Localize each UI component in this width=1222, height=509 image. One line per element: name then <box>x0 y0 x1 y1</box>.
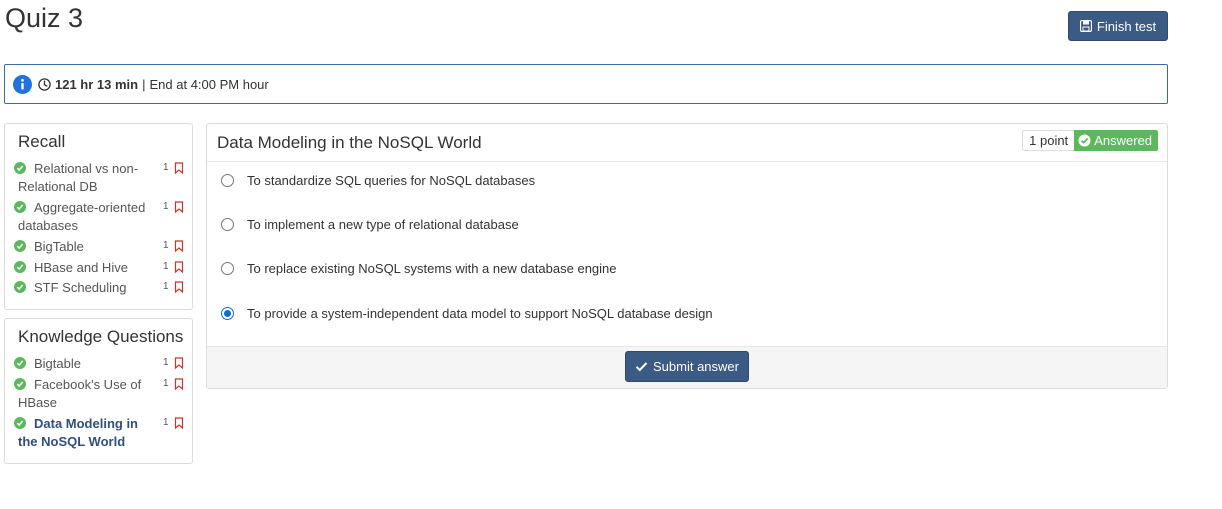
check-circle-icon <box>14 417 26 429</box>
question-meta: 1 point Answered <box>1022 130 1158 151</box>
check-circle-icon <box>14 162 26 174</box>
item-points: 1 <box>163 378 169 389</box>
bookmark-icon[interactable] <box>174 417 184 429</box>
sidebar-item-label[interactable]: STF Scheduling <box>18 279 150 297</box>
sidebar-item-label[interactable]: Bigtable <box>18 355 150 373</box>
question-footer: Submit answer <box>207 346 1167 388</box>
info-icon <box>13 74 32 94</box>
sidebar-item-hbase-hive[interactable]: HBase and Hive 1 <box>5 259 192 277</box>
item-points: 1 <box>163 417 169 428</box>
timer-separator: | <box>142 76 146 92</box>
answered-badge: Answered <box>1074 130 1158 151</box>
sidebar-item-facebook-hbase[interactable]: Facebook's Use of HBase 1 <box>5 376 192 412</box>
points-badge: 1 point <box>1022 130 1075 151</box>
answer-option-text: To implement a new type of relational da… <box>247 217 519 232</box>
sidebar-item-label[interactable]: HBase and Hive <box>18 259 150 277</box>
check-circle-icon <box>14 201 26 213</box>
bookmark-icon[interactable] <box>174 240 184 252</box>
sidebar-item-label[interactable]: Data Modeling in the NoSQL World <box>18 415 150 451</box>
checkmark-icon <box>635 361 648 372</box>
answer-radio[interactable] <box>221 262 234 275</box>
answer-radio[interactable] <box>221 218 234 231</box>
sidebar-item-label[interactable]: BigTable <box>18 238 150 256</box>
sidebar-item-bigtable[interactable]: BigTable 1 <box>5 238 192 256</box>
sidebar-item-label[interactable]: Facebook's Use of HBase <box>18 376 150 412</box>
item-points: 1 <box>163 261 169 272</box>
item-points: 1 <box>163 357 169 368</box>
bookmark-icon[interactable] <box>174 378 184 390</box>
sidebar-item-label[interactable]: Relational vs non-Relational DB <box>18 160 150 196</box>
submit-answer-button[interactable]: Submit answer <box>625 351 749 382</box>
sidebar-item-aggregate[interactable]: Aggregate-oriented databases 1 <box>5 199 192 235</box>
recall-panel: Recall Relational vs non-Relational DB 1… <box>4 123 193 310</box>
question-header: Data Modeling in the NoSQL World 1 point… <box>207 124 1167 162</box>
bookmark-icon[interactable] <box>174 261 184 273</box>
sidebar-item-stf-scheduling[interactable]: STF Scheduling 1 <box>5 279 192 297</box>
check-circle-icon <box>14 281 26 293</box>
answer-radio[interactable] <box>221 174 234 187</box>
timer-end-text: End at 4:00 PM hour <box>149 76 269 92</box>
sidebar-item-bigtable-kq[interactable]: Bigtable 1 <box>5 355 192 373</box>
answer-option[interactable]: To standardize SQL queries for NoSQL dat… <box>221 173 535 188</box>
bookmark-icon[interactable] <box>174 357 184 369</box>
answer-radio-selected[interactable] <box>221 307 234 320</box>
knowledge-heading: Knowledge Questions <box>18 327 184 346</box>
recall-heading: Recall <box>18 132 66 151</box>
answer-option-text: To provide a system-independent data mod… <box>247 306 713 321</box>
answer-option[interactable]: To replace existing NoSQL systems with a… <box>221 261 617 276</box>
check-circle-icon <box>14 357 26 369</box>
finish-test-button[interactable]: Finish test <box>1068 11 1168 41</box>
check-circle-icon <box>14 378 26 390</box>
question-panel: Data Modeling in the NoSQL World 1 point… <box>206 123 1168 389</box>
item-points: 1 <box>163 240 169 251</box>
submit-answer-label: Submit answer <box>653 359 739 374</box>
sidebar-item-relational[interactable]: Relational vs non-Relational DB 1 <box>5 160 192 196</box>
page-title: Quiz 3 <box>5 3 84 33</box>
bookmark-icon[interactable] <box>174 201 184 213</box>
answer-option[interactable]: To implement a new type of relational da… <box>221 217 519 232</box>
bookmark-icon[interactable] <box>174 162 184 174</box>
answer-option-selected[interactable]: To provide a system-independent data mod… <box>221 306 713 321</box>
answered-label: Answered <box>1094 133 1152 148</box>
check-circle-icon <box>14 240 26 252</box>
item-points: 1 <box>163 201 169 212</box>
time-remaining: 121 hr 13 min <box>55 76 139 92</box>
finish-test-label: Finish test <box>1096 18 1157 34</box>
item-points: 1 <box>163 281 169 292</box>
item-points: 1 <box>163 162 169 173</box>
save-icon <box>1079 20 1092 32</box>
answer-option-text: To replace existing NoSQL systems with a… <box>247 261 617 276</box>
check-circle-icon <box>1078 134 1091 147</box>
clock-icon <box>38 77 51 91</box>
sidebar-item-data-modeling[interactable]: Data Modeling in the NoSQL World 1 <box>5 415 192 451</box>
check-circle-icon <box>14 261 26 273</box>
knowledge-questions-panel: Knowledge Questions Bigtable 1 Facebook'… <box>4 318 193 464</box>
sidebar-item-label[interactable]: Aggregate-oriented databases <box>18 199 150 235</box>
timer-bar: 121 hr 13 min | End at 4:00 PM hour <box>4 64 1168 104</box>
question-title: Data Modeling in the NoSQL World <box>217 133 482 152</box>
bookmark-icon[interactable] <box>174 281 184 293</box>
answer-option-text: To standardize SQL queries for NoSQL dat… <box>247 173 536 188</box>
